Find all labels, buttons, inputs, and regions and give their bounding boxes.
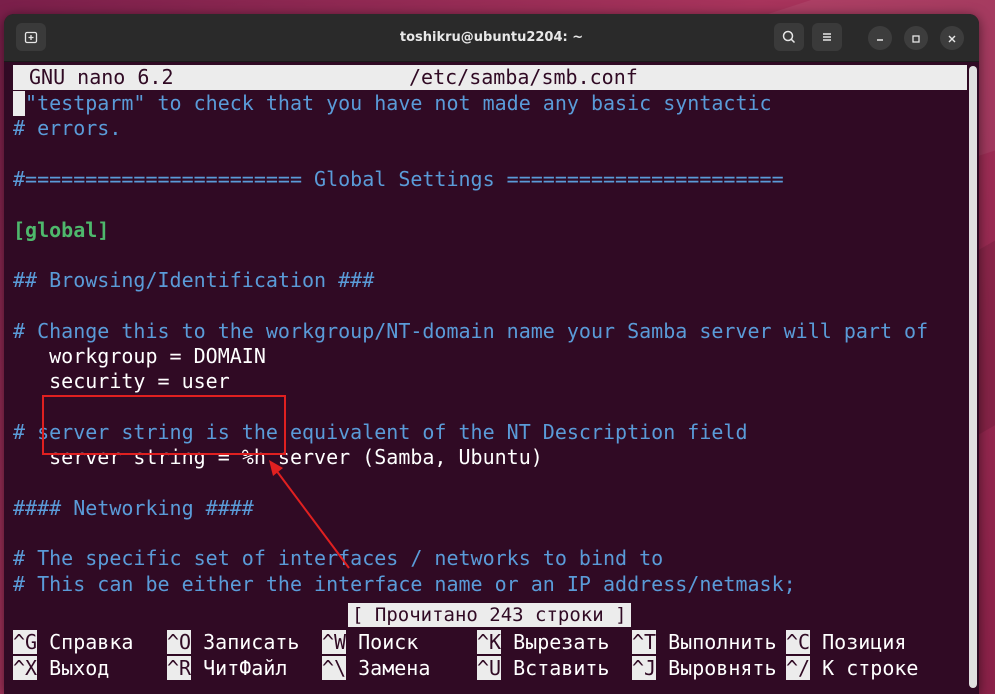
shortcut-label: К строке: [822, 656, 919, 680]
shortcut-item: ^O Записать: [167, 630, 299, 655]
shortcut-label: Выход: [49, 656, 110, 680]
shortcut-label: Вырезать: [513, 630, 610, 654]
file-line: "testparm" to check that you have not ma…: [13, 91, 772, 115]
search-icon: [781, 29, 797, 45]
shortcut-key: ^/: [786, 656, 811, 680]
shortcut-label: Справка: [49, 630, 134, 654]
shortcut-item: ^\ Замена: [322, 656, 430, 681]
shortcut-item: ^X Выход: [13, 656, 109, 681]
shortcut-key: ^X: [13, 656, 38, 680]
shortcut-label: ЧитФайл: [203, 656, 288, 680]
window-titlebar[interactable]: toshikru@ubuntu2204: ~: [4, 14, 979, 62]
new-tab-icon: [23, 29, 39, 45]
close-button[interactable]: [940, 26, 964, 50]
hamburger-menu-icon: [819, 29, 835, 45]
shortcut-key: ^C: [786, 630, 811, 654]
terminal-window: toshikru@ubuntu2204: ~ GNU nano 6.2 /etc…: [4, 14, 979, 694]
shortcut-key: ^O: [167, 630, 192, 654]
file-line: # server string is the equivalent of the…: [13, 420, 748, 444]
file-line: #======================= Global Settings…: [13, 167, 784, 191]
maximize-icon: [911, 29, 921, 48]
shortcut-item: ^K Вырезать: [477, 630, 609, 655]
file-line: security = user: [13, 369, 230, 393]
close-icon: [947, 29, 957, 48]
shortcut-key: ^K: [477, 630, 502, 654]
shortcut-key: ^\: [322, 656, 347, 680]
shortcut-key: ^U: [477, 656, 502, 680]
maximize-button[interactable]: [904, 26, 928, 50]
file-line: ## Browsing/Identification ###: [13, 268, 375, 292]
file-line: server string = %h server (Samba, Ubuntu…: [13, 445, 543, 469]
shortcut-item: ^T Выполнить: [632, 630, 777, 655]
shortcut-item: ^C Позиция: [786, 630, 906, 655]
shortcut-key: ^G: [13, 630, 38, 654]
scrollbar[interactable]: [969, 66, 977, 688]
shortcut-label: Поиск: [358, 630, 419, 654]
shortcut-item: ^G Справка: [13, 630, 133, 655]
shortcut-item: ^J Выровнять: [632, 656, 777, 681]
nano-version: GNU nano 6.2: [29, 65, 174, 89]
shortcut-label: Вставить: [513, 656, 610, 680]
shortcut-label: Выровнять: [668, 656, 777, 680]
shortcut-item: ^W Поиск: [322, 630, 418, 655]
file-line: # errors.: [13, 116, 122, 140]
file-line: workgroup = DOMAIN: [13, 344, 266, 368]
shortcut-item: ^/ К строке: [786, 656, 918, 681]
status-message: [ Прочитано 243 строки ]: [348, 603, 631, 627]
minimize-icon: [875, 29, 885, 48]
file-line: # The specific set of interfaces / netwo…: [13, 546, 664, 570]
nano-filename: /etc/samba/smb.conf: [409, 65, 638, 89]
shortcut-label: Замена: [358, 656, 431, 680]
new-tab-button[interactable]: [16, 23, 46, 51]
search-button[interactable]: [774, 23, 804, 51]
shortcut-key: ^J: [632, 656, 657, 680]
nano-header-bar: GNU nano 6.2 /etc/samba/smb.conf: [13, 65, 967, 90]
shortcut-item: ^U Вставить: [477, 656, 609, 681]
shortcut-key: ^R: [167, 656, 192, 680]
shortcut-key: ^W: [322, 630, 347, 654]
shortcut-label: Записать: [203, 630, 300, 654]
shortcut-item: ^R ЧитФайл: [167, 656, 287, 681]
menu-button[interactable]: [812, 23, 842, 51]
shortcut-key: ^T: [632, 630, 657, 654]
file-line: # This can be either the interface name …: [13, 572, 796, 596]
terminal-content[interactable]: GNU nano 6.2 /etc/samba/smb.conf "testpa…: [4, 62, 979, 694]
file-line: [global]: [13, 218, 110, 242]
shortcut-label: Выполнить: [668, 630, 777, 654]
file-line: #### Networking ####: [13, 496, 254, 520]
file-line: # Change this to the workgroup/NT-domain…: [13, 319, 929, 343]
minimize-button[interactable]: [868, 26, 892, 50]
shortcut-label: Позиция: [822, 630, 907, 654]
